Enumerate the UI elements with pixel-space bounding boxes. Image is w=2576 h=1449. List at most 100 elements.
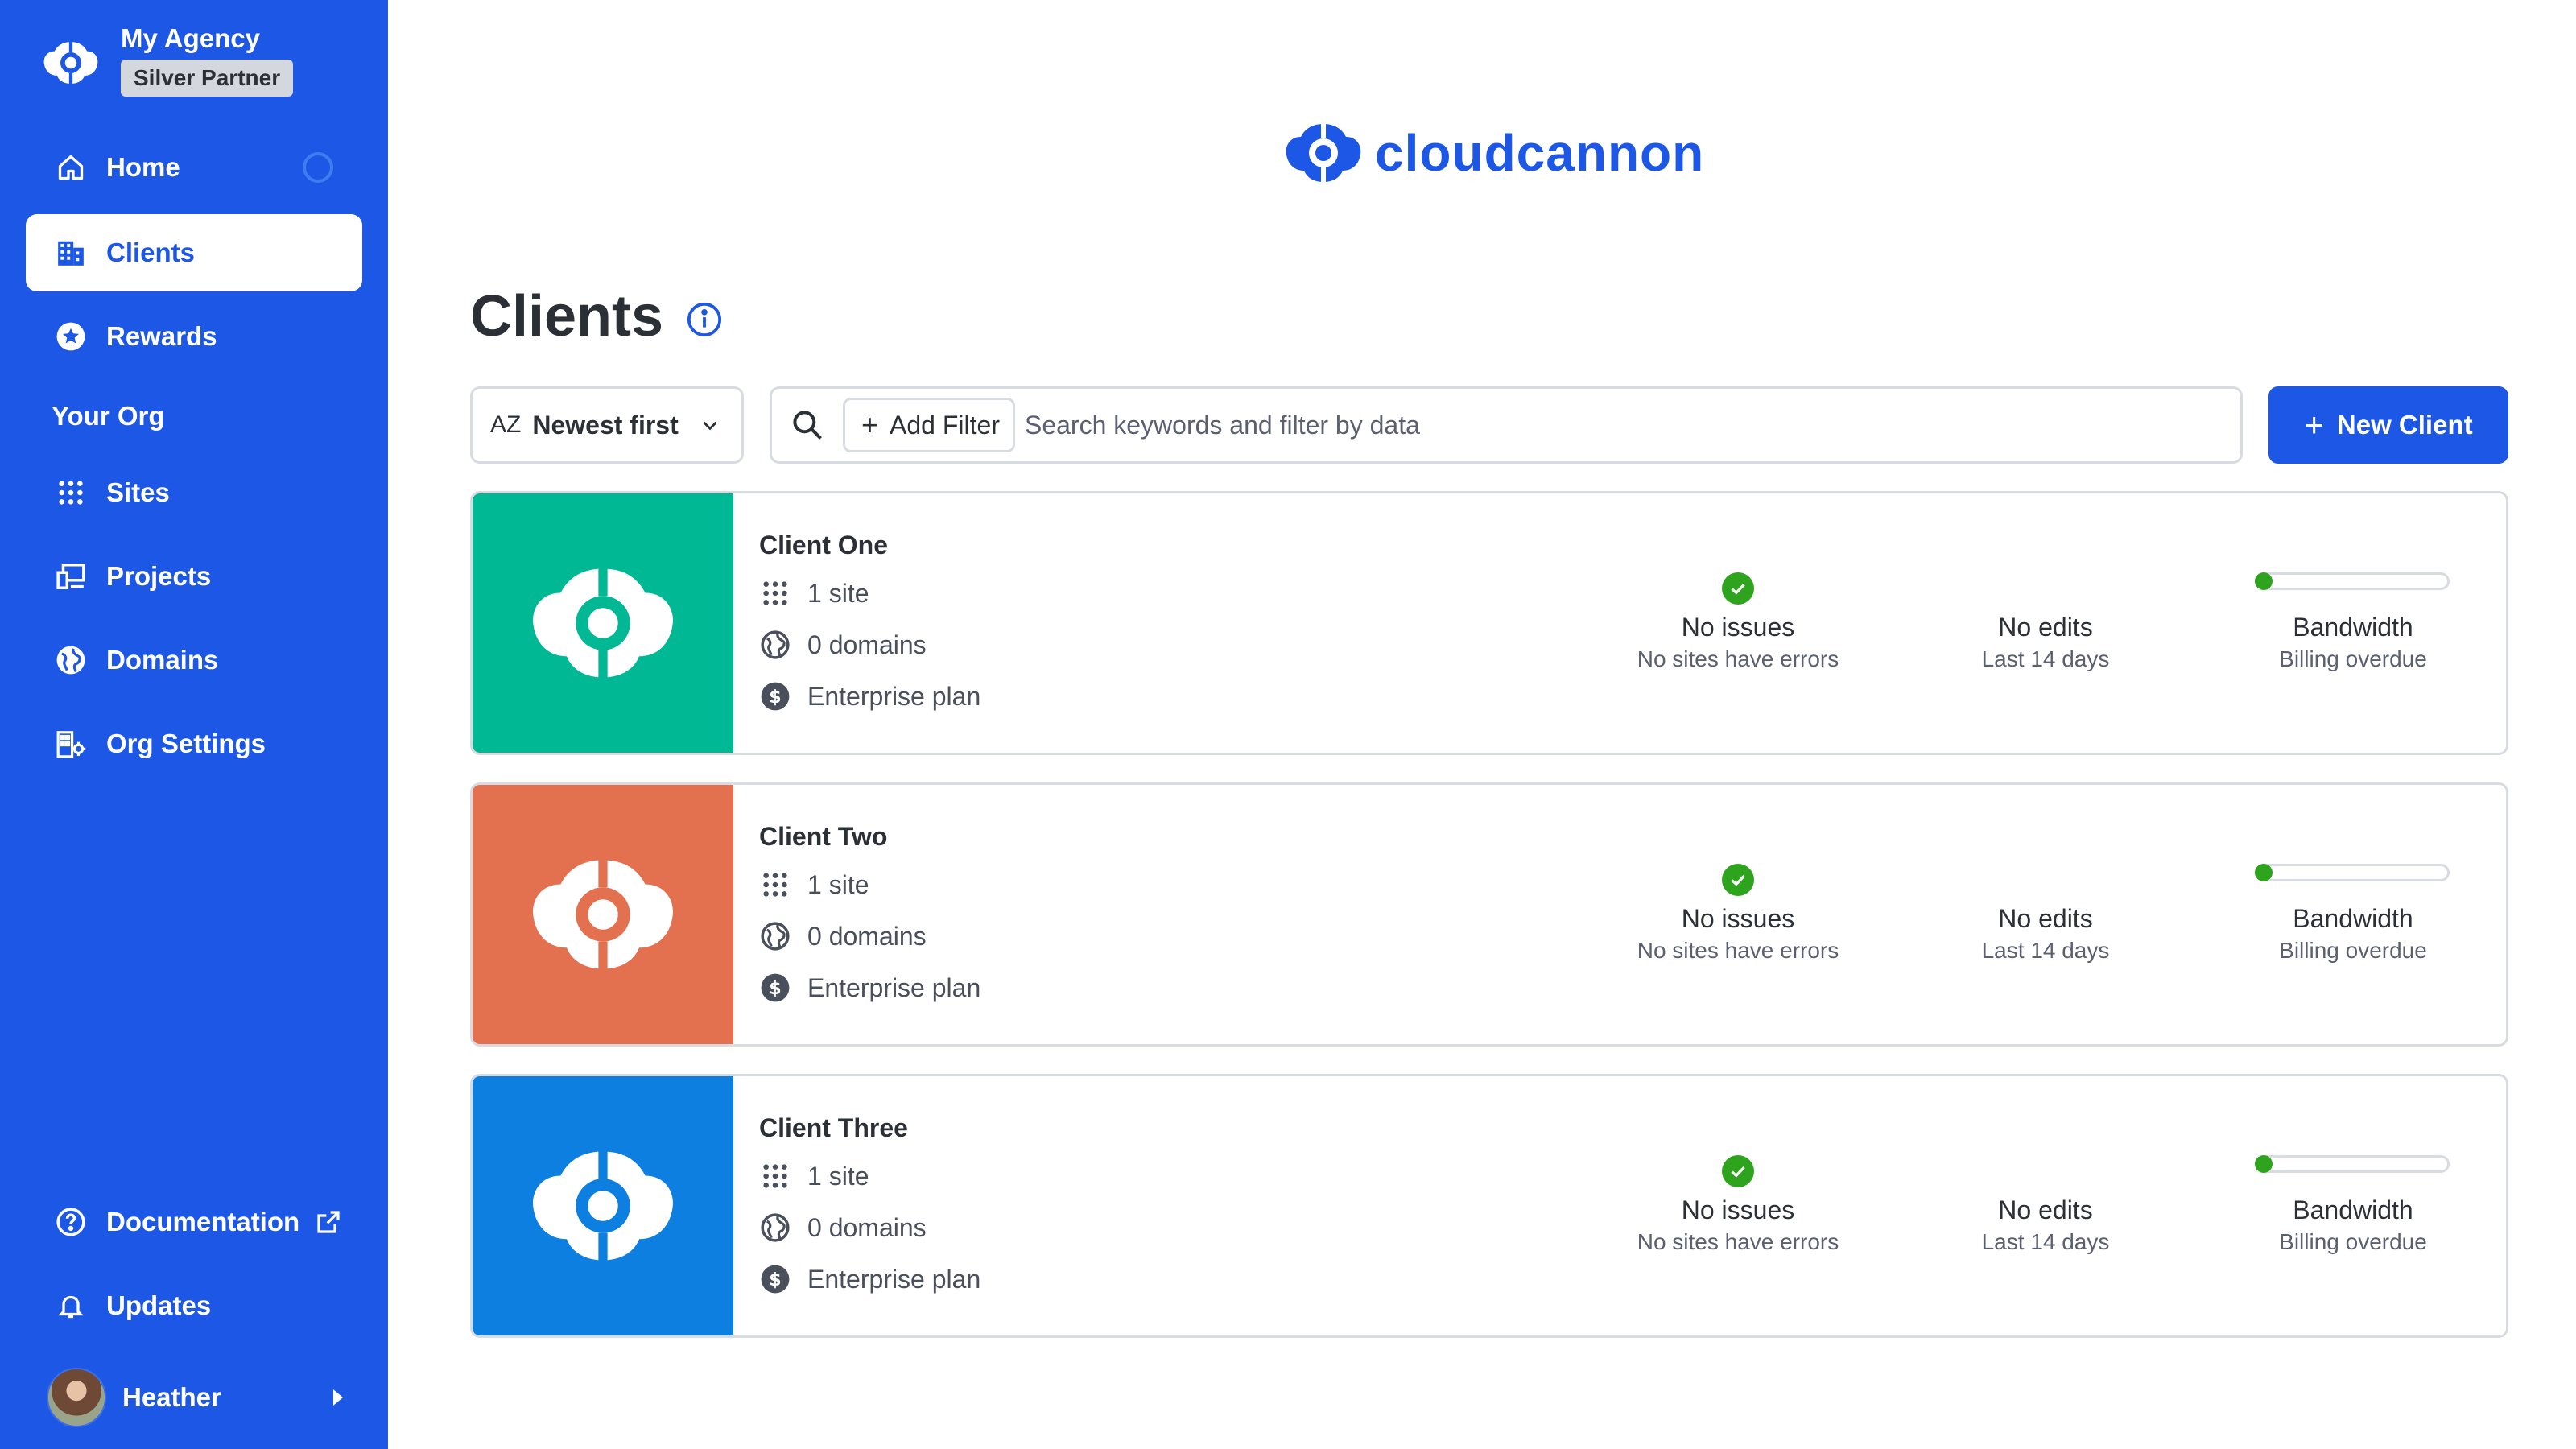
cloudcannon-logo-icon bbox=[43, 40, 98, 85]
client-sites: 1 site bbox=[759, 577, 869, 609]
nav-domains-label: Domains bbox=[106, 645, 219, 675]
chevron-down-icon bbox=[703, 421, 717, 431]
globe-icon bbox=[55, 644, 87, 676]
bandwidth-progress-fill bbox=[2255, 864, 2273, 881]
client-sites-label: 1 site bbox=[807, 1161, 869, 1191]
dollar-circle-icon: $ bbox=[759, 1263, 791, 1295]
bandwidth-title: Bandwidth bbox=[2293, 904, 2413, 933]
nav-org-settings[interactable]: Org Settings bbox=[26, 705, 362, 782]
bandwidth-status: Bandwidth Billing overdue bbox=[2216, 902, 2490, 967]
client-thumbnail bbox=[473, 493, 733, 753]
search-input[interactable] bbox=[1014, 393, 2240, 457]
grid-dots-icon bbox=[759, 577, 791, 609]
issues-status: No issues No sites have errors bbox=[1601, 1194, 1875, 1258]
bandwidth-progress-fill bbox=[2255, 1155, 2273, 1173]
nav-projects[interactable]: Projects bbox=[26, 538, 362, 615]
cloudcannon-mark-icon bbox=[1286, 122, 1361, 184]
bell-icon bbox=[55, 1290, 87, 1322]
issues-status: No issues No sites have errors bbox=[1601, 902, 1875, 967]
loading-indicator bbox=[303, 152, 333, 183]
brand-wordmark: cloudcannon bbox=[1375, 124, 1705, 182]
bandwidth-title: Bandwidth bbox=[2293, 613, 2413, 642]
bandwidth-progress-bar bbox=[2255, 864, 2450, 881]
svg-text:$: $ bbox=[769, 1269, 781, 1290]
grid-dots-icon bbox=[55, 477, 87, 509]
client-card[interactable]: Client Three 1 site 0 domains $ Enterpri… bbox=[470, 1074, 2508, 1338]
nav-projects-label: Projects bbox=[106, 561, 212, 591]
cloudcannon-logo-icon bbox=[533, 565, 673, 681]
client-domains: 0 domains bbox=[759, 920, 927, 952]
grid-dots-icon bbox=[759, 869, 791, 901]
org-switcher[interactable]: My Agency Silver Partner bbox=[42, 21, 294, 97]
client-sites: 1 site bbox=[759, 869, 869, 901]
nav-sites[interactable]: Sites bbox=[26, 454, 362, 531]
bandwidth-progress-bar bbox=[2255, 1155, 2450, 1173]
edits-title: No edits bbox=[1998, 1195, 2093, 1224]
svg-text:$: $ bbox=[769, 978, 781, 999]
client-name: Client Three bbox=[759, 1113, 908, 1142]
client-sites-label: 1 site bbox=[807, 578, 869, 608]
client-name: Client One bbox=[759, 530, 889, 559]
client-plan-label: Enterprise plan bbox=[807, 1264, 981, 1294]
nav-updates[interactable]: Updates bbox=[26, 1267, 362, 1344]
page-title: Clients bbox=[470, 284, 664, 349]
nav-home[interactable]: Home bbox=[26, 129, 362, 206]
nav-domains[interactable]: Domains bbox=[26, 621, 362, 699]
client-plan: $ Enterprise plan bbox=[759, 680, 980, 712]
globe-icon bbox=[759, 629, 791, 661]
nav-clients[interactable]: Clients bbox=[26, 214, 362, 291]
star-badge-icon bbox=[55, 320, 87, 353]
sort-az-icon: AZ bbox=[490, 411, 522, 438]
nav-rewards-label: Rewards bbox=[106, 321, 217, 351]
help-circle-icon bbox=[55, 1206, 87, 1238]
nav-rewards[interactable]: Rewards bbox=[26, 298, 362, 375]
check-icon bbox=[1722, 864, 1754, 896]
issues-subtitle: No sites have errors bbox=[1637, 646, 1839, 671]
client-sites-label: 1 site bbox=[807, 869, 869, 899]
bandwidth-progress-fill bbox=[2255, 572, 2273, 590]
client-card[interactable]: Client One 1 site 0 domains $ Enterprise… bbox=[470, 491, 2508, 755]
issues-title: No issues bbox=[1681, 904, 1795, 933]
building-icon bbox=[55, 237, 87, 269]
devices-icon bbox=[55, 560, 87, 592]
bandwidth-subtitle: Billing overdue bbox=[2279, 1229, 2427, 1254]
edits-status: No edits Last 14 days bbox=[1909, 611, 2182, 675]
edits-status: No edits Last 14 days bbox=[1909, 1194, 2182, 1258]
client-thumbnail bbox=[473, 785, 733, 1044]
globe-icon bbox=[759, 920, 791, 952]
partner-badge: Silver Partner bbox=[121, 60, 294, 97]
dollar-circle-icon: $ bbox=[759, 680, 791, 712]
edits-status: No edits Last 14 days bbox=[1909, 902, 2182, 967]
client-domains-label: 0 domains bbox=[807, 921, 927, 951]
nav-documentation-label: Documentation bbox=[106, 1207, 300, 1236]
client-card[interactable]: Client Two 1 site 0 domains $ Enterprise… bbox=[470, 782, 2508, 1046]
cloudcannon-logo-icon bbox=[533, 857, 673, 972]
plus-icon: + bbox=[2304, 406, 2324, 444]
org-name: My Agency bbox=[121, 23, 260, 53]
add-filter-button[interactable]: + Add Filter bbox=[843, 398, 1015, 452]
issues-status: No issues No sites have errors bbox=[1601, 611, 1875, 675]
client-domains-label: 0 domains bbox=[807, 630, 927, 659]
issues-title: No issues bbox=[1681, 1195, 1795, 1224]
client-domains-label: 0 domains bbox=[807, 1212, 927, 1242]
bandwidth-status: Bandwidth Billing overdue bbox=[2216, 1194, 2490, 1258]
bandwidth-progress-bar bbox=[2255, 572, 2450, 590]
info-circle-icon[interactable] bbox=[686, 301, 723, 338]
search-icon bbox=[793, 411, 822, 440]
search-bar: + Add Filter bbox=[770, 386, 2243, 464]
nav-documentation[interactable]: Documentation bbox=[26, 1183, 362, 1261]
grid-dots-icon bbox=[759, 1160, 791, 1192]
svg-text:$: $ bbox=[769, 687, 781, 708]
new-client-label: New Client bbox=[2336, 410, 2473, 440]
avatar bbox=[47, 1368, 106, 1427]
edits-title: No edits bbox=[1998, 904, 2093, 933]
new-client-button[interactable]: + New Client bbox=[2268, 386, 2508, 464]
add-filter-label: Add Filter bbox=[890, 410, 1000, 440]
sort-dropdown[interactable]: AZ Newest first bbox=[470, 386, 744, 464]
client-plan-label: Enterprise plan bbox=[807, 972, 981, 1002]
check-icon bbox=[1722, 572, 1754, 605]
nav-clients-label: Clients bbox=[106, 237, 196, 267]
nav-home-label: Home bbox=[106, 152, 180, 182]
sidebar: My Agency Silver Partner Home Clients Re… bbox=[0, 0, 388, 1449]
user-menu[interactable]: Heather bbox=[47, 1365, 361, 1430]
